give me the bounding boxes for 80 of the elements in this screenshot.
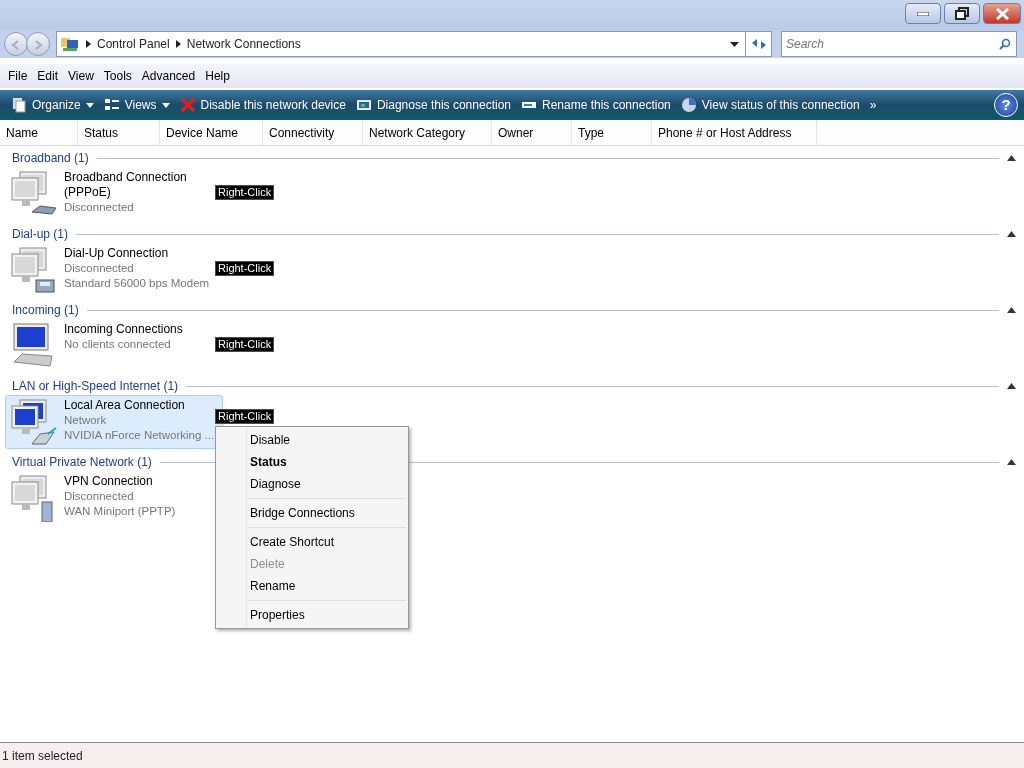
column-header[interactable]: Network Category [363,120,492,146]
connection-detail: Disconnected [64,200,135,215]
toolbar-button[interactable]: Rename this connection [516,92,676,118]
column-header[interactable]: Connectivity [263,120,363,146]
menu-item[interactable]: Tools [98,67,137,85]
collapse-icon[interactable] [1007,307,1016,313]
chevron-icon [175,40,181,48]
collapse-icon[interactable] [1007,155,1016,161]
menu-item[interactable]: Advanced [136,67,201,85]
connection-detail: Network [64,413,108,428]
maximize-button[interactable] [944,3,980,24]
status-bar: 1 item selected [0,742,1024,768]
caret-icon [85,102,94,108]
menu-item[interactable]: View [63,67,99,85]
menu-item[interactable]: Help [200,67,235,85]
menu-item[interactable]: Rename [218,575,406,597]
collapse-icon[interactable] [1007,231,1016,237]
breadcrumb-item[interactable]: Control Panel [97,35,170,53]
connection-name: Broadband Connection (PPPoE) [64,170,188,200]
more-button[interactable]: » [864,92,882,118]
address-bar[interactable]: Control Panel Network Connections [56,31,772,57]
connection-detail: Disconnected [64,489,135,504]
pie-chart-icon [680,97,697,113]
group-header[interactable]: Incoming (1) [0,301,79,319]
connection-name: Local Area Connection [64,398,186,413]
toolbar-button[interactable]: Disable this network device [174,92,351,118]
column-header[interactable]: Device Name [160,120,263,146]
refresh-icon [750,37,767,51]
help-button[interactable]: ? [994,93,1018,117]
menu-item[interactable]: File [3,67,33,85]
pages-icon [11,97,27,113]
close-button[interactable] [983,3,1021,24]
menu-item[interactable]: Create Shortcut [218,531,406,553]
connection-detail: No clients connected [64,337,172,352]
cross-icon [179,97,196,113]
group-header[interactable]: LAN or High-Speed Internet (1) [0,377,179,395]
close-icon [995,7,1009,20]
callout-label: Right-Click [215,261,275,276]
callout-label: Right-Click [215,337,275,352]
connection-detail: Standard 56000 bps Modem [64,276,210,291]
network-computer-icon [10,246,58,294]
menu-item[interactable]: Edit [32,67,64,85]
connection-name: VPN Connection [64,474,154,489]
group-header[interactable]: Broadband (1) [0,149,89,167]
toolbar-button[interactable]: Views [98,92,175,118]
column-header[interactable]: Name [0,120,78,146]
views-icon [103,97,120,113]
monitor-icon [355,97,372,113]
network-computer-icon [10,170,58,218]
collapse-icon[interactable] [1007,459,1016,465]
restore-icon [955,7,969,20]
connection-detail: NVIDIA nForce Networking ... [64,428,215,443]
menu-item[interactable]: Properties [218,604,406,626]
group-header[interactable]: Dial-up (1) [0,225,68,243]
minimize-button[interactable] [905,3,941,24]
breadcrumb-item[interactable]: Network Connections [186,35,301,53]
connection-name: Dial-Up Connection [64,246,170,261]
callout-label: Right-Click [215,185,275,200]
search-icon [999,38,1011,50]
caret-icon [161,102,170,108]
column-header[interactable]: Owner [492,120,572,146]
network-computer-icon [10,398,58,446]
menu-item[interactable]: Status [218,451,406,473]
minimize-icon [917,11,929,16]
column-header[interactable]: Phone # or Host Address [652,120,817,146]
group-header[interactable]: Virtual Private Network (1) [0,453,152,471]
network-folder-icon [60,35,80,53]
toolbar-button[interactable]: Organize [6,92,99,118]
toolbar-button[interactable]: Diagnose this connection [350,92,516,118]
connection-detail: Disconnected [64,261,135,276]
chevron-icon [86,40,91,48]
toolbar-button[interactable]: View status of this connection [675,92,865,118]
search-field[interactable]: Search [781,31,1017,57]
dropdown-icon [730,41,739,47]
callout-label: Right-Click [215,409,275,424]
collapse-icon[interactable] [1007,383,1016,389]
column-header[interactable]: Status [78,120,160,146]
connection-detail: WAN Miniport (PPTP) [64,504,177,519]
connection-name: Incoming Connections [64,322,184,337]
column-header[interactable]: Type [572,120,652,146]
